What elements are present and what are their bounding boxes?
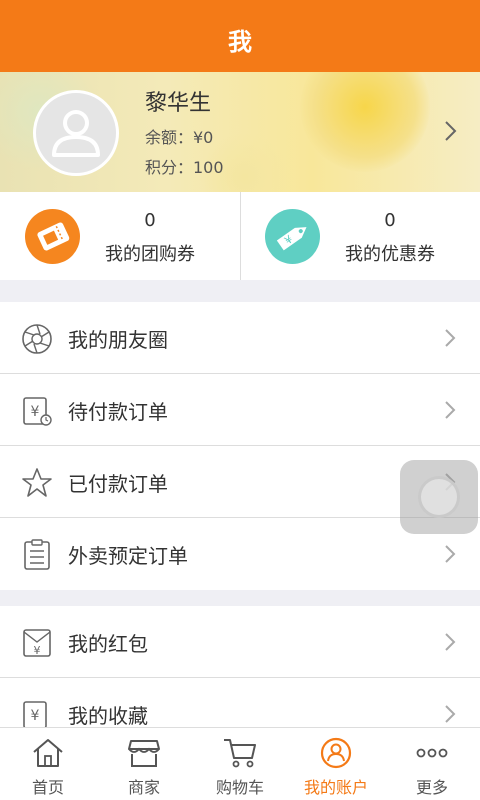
user-name: 黎华生 [145, 91, 212, 116]
tab-label: 更多 [415, 778, 448, 797]
group-buy-coupons-entry[interactable]: 0 我的团购券 [0, 192, 240, 280]
group-buy-count: 0 [144, 210, 156, 231]
chevron-right-icon [445, 121, 457, 141]
svg-text:¥: ¥ [31, 404, 40, 420]
points-text: 积分：100 [145, 158, 224, 177]
chevron-right-icon [445, 401, 456, 419]
svg-text:¥: ¥ [31, 708, 40, 724]
avatar[interactable] [33, 90, 119, 176]
tab-merchants[interactable]: 商家 [96, 728, 192, 800]
tab-label: 商家 [127, 778, 160, 797]
background-flower-decoration [300, 72, 430, 172]
assistive-touch-icon [418, 476, 460, 518]
pending-payment-icon: ¥ [23, 397, 52, 426]
chevron-right-icon [445, 329, 456, 347]
discount-count: 0 [384, 210, 396, 231]
cart-icon [224, 739, 256, 768]
profile-banner[interactable]: 黎华生 余额：¥0 积分：100 [0, 72, 480, 192]
user-silhouette-icon [52, 110, 100, 157]
svg-text:¥: ¥ [34, 644, 41, 657]
chevron-right-icon [445, 705, 456, 723]
menu-item-red-envelope[interactable]: ¥ 我的红包 [0, 606, 480, 678]
red-envelope-icon: ¥ [23, 629, 51, 657]
tab-label: 首页 [31, 778, 64, 797]
discount-coupons-entry[interactable]: ¥ 0 我的优惠券 [240, 192, 480, 280]
star-icon [22, 468, 52, 497]
order-list-icon [24, 539, 50, 570]
bottom-tab-bar: 首页 商家 购物车 我的账户 更多 [0, 727, 480, 800]
menu-item-label: 我的朋友圈 [68, 328, 168, 352]
page-title: 我 [228, 28, 252, 56]
top-bar: 我 [0, 0, 480, 72]
floating-assistive-button[interactable] [400, 460, 478, 534]
balance-text: 余额：¥0 [145, 128, 214, 147]
tab-more[interactable]: 更多 [384, 728, 480, 800]
tab-my-account[interactable]: 我的账户 [288, 728, 384, 800]
menu-item-label: 已付款订单 [68, 472, 168, 496]
menu-item-label: 外卖预定订单 [68, 544, 188, 568]
tab-home[interactable]: 首页 [0, 728, 96, 800]
group-buy-label: 我的团购券 [105, 244, 195, 265]
menu-item-friend-circle[interactable]: 我的朋友圈 [0, 302, 480, 374]
tab-cart[interactable]: 购物车 [192, 728, 288, 800]
aperture-icon [22, 324, 52, 354]
chevron-right-icon [445, 545, 456, 563]
menu-group-orders: 我的朋友圈 ¥ 待付款订单 已付款订单 外卖预定订单 [0, 302, 480, 590]
more-icon [416, 748, 448, 758]
menu-item-label: 待付款订单 [68, 400, 168, 424]
tab-label: 购物车 [215, 778, 264, 797]
discount-label: 我的优惠券 [345, 244, 435, 265]
menu-item-pending-payment[interactable]: ¥ 待付款订单 [0, 374, 480, 446]
menu-item-label: 我的红包 [68, 632, 148, 656]
chevron-right-icon [445, 633, 456, 651]
store-icon [128, 740, 160, 767]
home-icon [33, 739, 63, 767]
coupon-summary: 0 我的团购券 ¥ 0 我的优惠券 [0, 192, 480, 280]
tab-label: 我的账户 [303, 778, 368, 797]
menu-item-label: 我的收藏 [68, 704, 148, 728]
account-icon [320, 737, 352, 769]
